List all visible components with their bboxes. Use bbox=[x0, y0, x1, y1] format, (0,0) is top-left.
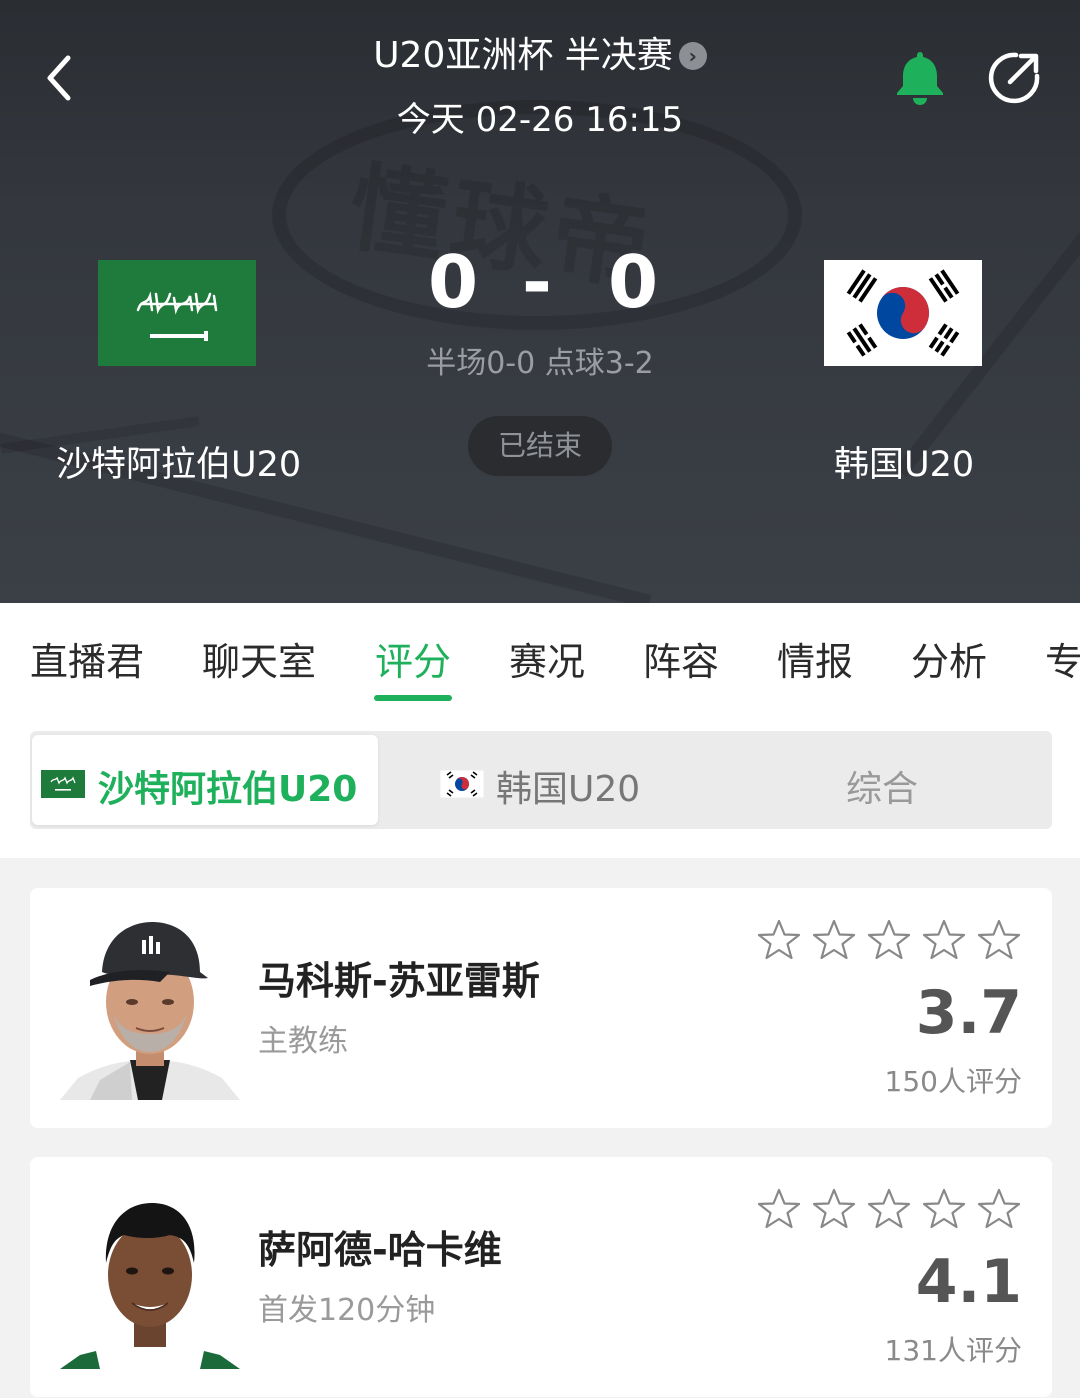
star-icon bbox=[812, 919, 856, 960]
rating-card[interactable]: 马科斯-苏亚雷斯 主教练 3.7 150人评分 bbox=[30, 888, 1052, 1128]
match-status-badge: 已结束 bbox=[468, 416, 612, 476]
star-icon bbox=[922, 1188, 966, 1229]
away-team-name[interactable]: 韩国U20 bbox=[834, 436, 974, 487]
tab-live[interactable]: 直播君 bbox=[30, 631, 144, 686]
match-header: 懂球帝 U20亚洲杯 半决赛 › 今天 02-26 16:15 0 - 0 半场… bbox=[0, 0, 1080, 603]
tab-analysis[interactable]: 分析 bbox=[911, 631, 987, 686]
average-rating: 4.1 bbox=[915, 1247, 1022, 1317]
team-option-away-label: 韩国U20 bbox=[496, 769, 641, 810]
tab-match-status[interactable]: 赛况 bbox=[509, 631, 585, 686]
team-selector: 沙特阿拉伯U20 韩国U20 综合 bbox=[30, 731, 1052, 829]
team-option-combined[interactable]: 综合 bbox=[718, 735, 1050, 825]
bell-icon[interactable] bbox=[892, 48, 948, 106]
person-role: 主教练 bbox=[258, 1024, 348, 1059]
star-icon bbox=[922, 919, 966, 960]
team-option-combined-label: 综合 bbox=[846, 769, 919, 810]
tab-lineup[interactable]: 阵容 bbox=[643, 631, 719, 686]
saudi-arabia-flag-icon bbox=[41, 770, 85, 798]
person-name: 萨阿德-哈卡维 bbox=[258, 1228, 502, 1272]
team-option-home[interactable]: 沙特阿拉伯U20 bbox=[32, 735, 378, 825]
tab-bar: 直播君 聊天室 评分 赛况 阵容 情报 分析 专 bbox=[0, 603, 1080, 703]
coach-avatar bbox=[60, 910, 240, 1100]
tab-ratings[interactable]: 评分 bbox=[375, 631, 451, 686]
score-detail: 半场0-0 点球3-2 bbox=[426, 346, 654, 381]
tab-intel[interactable]: 情报 bbox=[777, 631, 853, 686]
team-option-home-label: 沙特阿拉伯U20 bbox=[98, 769, 358, 810]
star-icon bbox=[757, 919, 801, 960]
star-icon bbox=[757, 1188, 801, 1229]
star-icon bbox=[867, 919, 911, 960]
star-rating-input[interactable] bbox=[757, 918, 1027, 966]
rating-count: 131人评分 bbox=[884, 1334, 1022, 1367]
average-rating: 3.7 bbox=[915, 978, 1022, 1048]
south-korea-flag-icon bbox=[440, 770, 484, 798]
star-icon bbox=[867, 1188, 911, 1229]
player-avatar bbox=[60, 1179, 240, 1369]
tab-special[interactable]: 专 bbox=[1045, 631, 1080, 686]
active-tab-indicator bbox=[374, 695, 452, 701]
star-icon bbox=[812, 1188, 856, 1229]
competition-title-text: U20亚洲杯 半决赛 bbox=[373, 35, 673, 76]
share-icon[interactable] bbox=[986, 50, 1042, 106]
score-separator: - bbox=[522, 240, 552, 324]
home-team-name[interactable]: 沙特阿拉伯U20 bbox=[56, 436, 301, 487]
person-name: 马科斯-苏亚雷斯 bbox=[258, 959, 540, 1003]
team-option-away[interactable]: 韩国U20 bbox=[380, 735, 716, 825]
tab-chat[interactable]: 聊天室 bbox=[202, 631, 316, 686]
home-score: 0 bbox=[428, 240, 479, 324]
star-icon bbox=[977, 1188, 1021, 1229]
star-icon bbox=[977, 919, 1021, 960]
chevron-right-circle-icon: › bbox=[678, 42, 707, 70]
star-rating-input[interactable] bbox=[757, 1187, 1027, 1235]
team-selector-container: 沙特阿拉伯U20 韩国U20 综合 bbox=[0, 703, 1080, 858]
rating-card[interactable]: 萨阿德-哈卡维 首发120分钟 4.1 131人评分 bbox=[30, 1157, 1052, 1397]
rating-count: 150人评分 bbox=[884, 1065, 1022, 1098]
away-score: 0 bbox=[608, 240, 659, 324]
person-role: 首发120分钟 bbox=[258, 1293, 436, 1328]
